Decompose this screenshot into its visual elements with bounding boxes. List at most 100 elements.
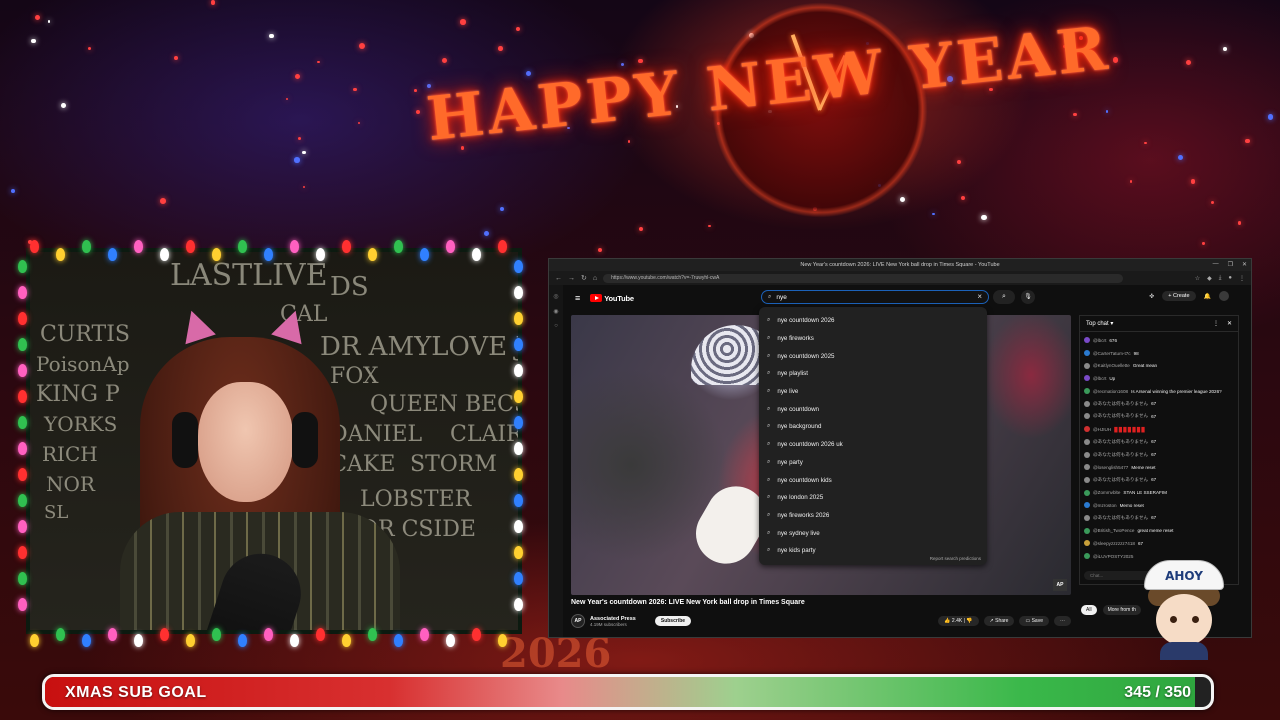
chat-avatar[interactable] bbox=[1084, 540, 1090, 547]
chat-avatar[interactable] bbox=[1084, 413, 1090, 420]
refresh-icon[interactable]: ↻ bbox=[581, 274, 587, 282]
chat-username[interactable]: @British_TwoPence bbox=[1093, 528, 1134, 533]
home-icon[interactable]: ⌂ bbox=[593, 275, 597, 282]
chat-avatar[interactable] bbox=[1084, 362, 1090, 369]
profile-icon[interactable]: ● bbox=[1228, 275, 1232, 281]
chat-avatar[interactable] bbox=[1084, 553, 1090, 560]
forward-icon[interactable]: → bbox=[568, 275, 575, 282]
chat-avatar[interactable] bbox=[1084, 375, 1090, 382]
chat-avatar[interactable] bbox=[1084, 426, 1090, 433]
search-input[interactable]: ⌕ nye × bbox=[761, 290, 989, 304]
chat-username[interactable]: @KaitlynOuellette bbox=[1093, 363, 1130, 368]
like-button[interactable]: 👍 2.4K | 👎 bbox=[938, 616, 979, 626]
chalkboard-word: LASTLIVE bbox=[170, 258, 328, 293]
share-button[interactable]: ↗ Share bbox=[983, 616, 1015, 626]
more-actions-button[interactable]: ⋯ bbox=[1054, 616, 1071, 626]
youtube-logo[interactable]: YouTube bbox=[590, 294, 634, 303]
search-suggestion[interactable]: ⌕ nye fireworks bbox=[759, 330, 987, 348]
search-suggestion[interactable]: ⌕ nye countdown 2025 bbox=[759, 347, 987, 365]
chat-username[interactable]: @sleepyzzzzzz7418 bbox=[1093, 541, 1135, 546]
report-predictions-link[interactable]: Report search predictions bbox=[930, 556, 981, 561]
chat-username[interactable]: @losenglish5477 bbox=[1093, 465, 1128, 470]
search-button[interactable]: ⌕ bbox=[993, 290, 1015, 304]
search-suggestion[interactable]: ⌕ nye fireworks 2026 bbox=[759, 507, 987, 525]
chat-avatar[interactable] bbox=[1084, 514, 1090, 521]
chat-avatar[interactable] bbox=[1084, 337, 1090, 344]
chat-message: @KaitlynOuellette Great mean bbox=[1084, 359, 1234, 372]
search-suggestion[interactable]: ⌕ nye playlist bbox=[759, 365, 987, 383]
extension-icon[interactable]: ◆ bbox=[1207, 275, 1212, 282]
close-window-button[interactable]: ✕ bbox=[1242, 261, 1247, 268]
chat-username[interactable]: @あなたは何もありません bbox=[1093, 439, 1148, 445]
chat-username[interactable]: @iLUVPOSTY2025 bbox=[1093, 554, 1133, 559]
back-icon[interactable]: ← bbox=[555, 275, 562, 282]
chat-username[interactable]: @Zommvblte bbox=[1093, 490, 1120, 495]
voice-search-icon[interactable]: 🎙 bbox=[1021, 290, 1035, 304]
cast-icon[interactable]: ✜ bbox=[1149, 293, 1154, 300]
notifications-icon[interactable]: 🔔 bbox=[1204, 293, 1211, 300]
chat-username[interactable]: @あなたは何もありません bbox=[1093, 452, 1148, 458]
channel-avatar[interactable]: AP bbox=[571, 614, 585, 628]
chat-avatar[interactable] bbox=[1084, 502, 1090, 509]
chat-message: @HJIUH █ █ █ █ █ █ █ bbox=[1084, 423, 1234, 436]
search-suggestion[interactable]: ⌕ nye london 2025 bbox=[759, 489, 987, 507]
minimize-button[interactable]: — bbox=[1213, 261, 1219, 268]
search-suggestion[interactable]: ⌕ nye countdown 2026 bbox=[759, 312, 987, 330]
search-suggestion[interactable]: ⌕ nye sydney live bbox=[759, 524, 987, 542]
search-suggestion[interactable]: ⌕ nye countdown kids bbox=[759, 471, 987, 489]
search-suggestion[interactable]: ⌕ nye party bbox=[759, 454, 987, 472]
background-light bbox=[1245, 138, 1250, 144]
chat-avatar[interactable] bbox=[1084, 464, 1090, 471]
background-light bbox=[956, 160, 961, 165]
menu-dots-icon[interactable]: ⋮ bbox=[1239, 275, 1245, 282]
subscribe-button[interactable]: Subscribe bbox=[654, 616, 692, 626]
search-suggestion[interactable]: ⌕ nye countdown 2026 uk bbox=[759, 436, 987, 454]
chat-avatar[interactable] bbox=[1084, 350, 1090, 357]
download-icon[interactable]: ⤓ bbox=[1219, 275, 1222, 282]
search-suggestion[interactable]: ⌕ nye background bbox=[759, 418, 987, 436]
chip-all[interactable]: All bbox=[1081, 605, 1097, 615]
fairy-light-bulb bbox=[186, 240, 195, 253]
chat-username[interactable]: @HJIUH bbox=[1093, 427, 1111, 432]
background-light bbox=[499, 206, 505, 212]
sidebar-icon[interactable]: ○ bbox=[549, 323, 563, 329]
chat-username[interactable]: @あなたは何もありません bbox=[1093, 477, 1148, 483]
create-button[interactable]: + Create bbox=[1162, 291, 1196, 301]
sidebar-icon[interactable]: ◎ bbox=[549, 293, 563, 300]
search-suggestion[interactable]: ⌕ nye live bbox=[759, 383, 987, 401]
chat-username[interactable]: @lbcrt bbox=[1093, 338, 1106, 343]
hamburger-menu-icon[interactable]: ≡ bbox=[575, 293, 580, 303]
save-button[interactable]: ▭ Save bbox=[1019, 616, 1049, 626]
chat-menu-icon[interactable]: ⋮ bbox=[1213, 320, 1219, 327]
url-field[interactable]: https://www.youtube.com/watch?v=-7ruwyhl… bbox=[603, 273, 1124, 283]
chat-username[interactable]: @lbcrt bbox=[1093, 376, 1106, 381]
chat-username[interactable]: @あなたは何もありません bbox=[1093, 515, 1148, 521]
top-chat-selector[interactable]: Top chat ▾ bbox=[1086, 320, 1113, 327]
close-chat-icon[interactable]: ✕ bbox=[1227, 320, 1232, 327]
chat-avatar[interactable] bbox=[1084, 527, 1090, 534]
clear-search-icon[interactable]: × bbox=[977, 292, 982, 301]
chat-username[interactable]: @CarterTatum-t7c bbox=[1093, 351, 1131, 356]
chat-avatar[interactable] bbox=[1084, 400, 1090, 407]
star-icon[interactable]: ☆ bbox=[1195, 275, 1200, 282]
chalkboard-word: KING P bbox=[36, 382, 120, 407]
chat-username[interactable]: @mzroston bbox=[1093, 503, 1117, 508]
chat-username[interactable]: @recmation1608 bbox=[1093, 389, 1128, 394]
sidebar-icon[interactable]: ◉ bbox=[549, 308, 563, 315]
background-light bbox=[285, 97, 288, 100]
background-light bbox=[294, 156, 300, 163]
chat-avatar[interactable] bbox=[1084, 438, 1090, 445]
chat-username[interactable]: @あなたは何もありません bbox=[1093, 413, 1148, 419]
chat-avatar[interactable] bbox=[1084, 489, 1090, 496]
chat-username[interactable]: @あなたは何もありません bbox=[1093, 401, 1148, 407]
channel-name[interactable]: Associated Press bbox=[590, 616, 636, 622]
fairy-light-bulb bbox=[394, 240, 403, 253]
maximize-button[interactable]: ❐ bbox=[1228, 261, 1233, 268]
fairy-light-bulb bbox=[316, 248, 325, 261]
background-light bbox=[932, 212, 935, 215]
chat-avatar[interactable] bbox=[1084, 451, 1090, 458]
account-avatar[interactable] bbox=[1219, 291, 1229, 301]
search-suggestion[interactable]: ⌕ nye countdown bbox=[759, 400, 987, 418]
chat-avatar[interactable] bbox=[1084, 476, 1090, 483]
chat-avatar[interactable] bbox=[1084, 388, 1090, 395]
